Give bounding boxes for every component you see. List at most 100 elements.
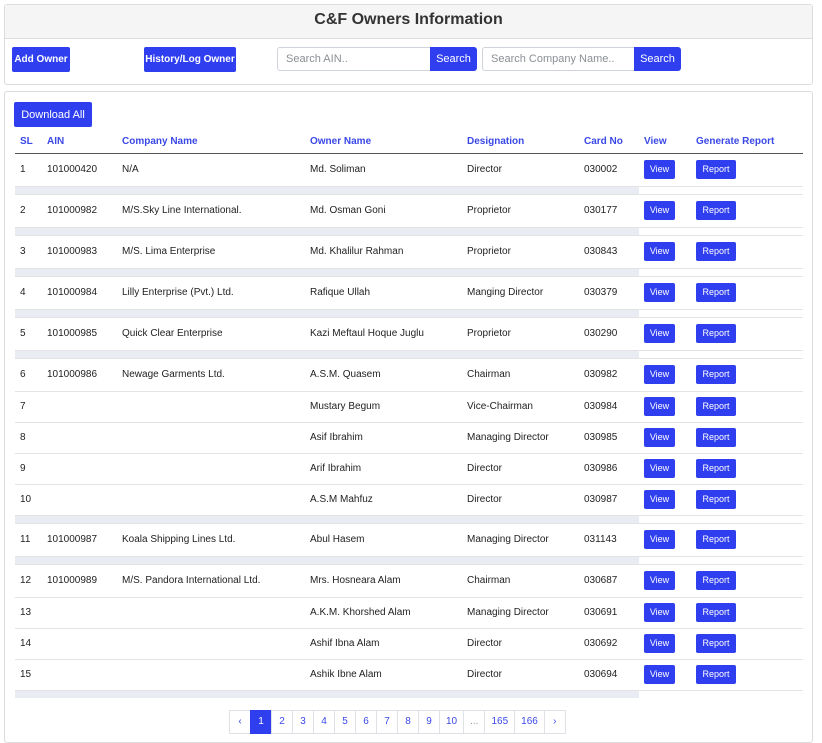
group-separator — [15, 349, 803, 358]
sl-cell: 6 — [15, 357, 42, 391]
designation-cell: Director — [462, 658, 579, 690]
view-button[interactable]: View — [644, 428, 675, 447]
ain-cell: 101000983 — [42, 234, 117, 268]
view-button[interactable]: View — [644, 530, 675, 549]
table-row: 5 101000985 Quick Clear Enterprise Kazi Mef… — [15, 316, 803, 350]
page-link[interactable]: 3 — [292, 710, 314, 734]
report-button[interactable]: Report — [696, 603, 736, 622]
report-cell: Report — [691, 596, 803, 628]
header-card: C&F Owners Information Add Owner History… — [4, 4, 813, 85]
ain-cell — [42, 658, 117, 690]
report-button[interactable]: Report — [696, 490, 736, 509]
search-ain-input[interactable] — [277, 47, 431, 71]
page-link[interactable]: 6 — [355, 710, 377, 734]
prev-page-button[interactable]: ‹ — [229, 710, 251, 734]
download-all-button[interactable]: Download All — [14, 102, 92, 127]
page-link[interactable]: 4 — [313, 710, 335, 734]
page-link[interactable]: 165 — [484, 710, 516, 734]
designation-cell: Director — [462, 452, 579, 484]
report-cell: Report — [691, 563, 803, 597]
report-button[interactable]: Report — [696, 571, 736, 590]
view-button[interactable]: View — [644, 324, 675, 343]
search-company-button[interactable]: Search — [634, 47, 681, 71]
report-button[interactable]: Report — [696, 160, 736, 179]
history-log-owner-button[interactable]: History/Log Owner — [144, 47, 236, 72]
report-button[interactable]: Report — [696, 665, 736, 684]
designation-cell: Director — [467, 164, 503, 175]
card-no-cell: 030694 — [579, 658, 639, 690]
report-button[interactable]: Report — [696, 324, 736, 343]
search-ain-button[interactable]: Search — [430, 47, 477, 71]
page-link[interactable]: 5 — [334, 710, 356, 734]
page-link[interactable]: 166 — [514, 710, 545, 734]
report-button[interactable]: Report — [696, 634, 736, 653]
separator-fill — [15, 308, 639, 317]
page-link[interactable]: 8 — [397, 710, 419, 734]
view-button[interactable]: View — [644, 242, 675, 261]
separator-blank — [639, 267, 803, 276]
ain-cell — [42, 452, 117, 484]
card-no-cell: 030982 — [579, 357, 639, 391]
company-name-cell: M/S. Lima Enterprise — [117, 234, 305, 268]
page-link[interactable]: 10 — [439, 710, 465, 734]
view-button[interactable]: View — [644, 603, 675, 622]
ain-cell — [42, 627, 117, 659]
report-button[interactable]: Report — [696, 530, 736, 549]
page-link[interactable]: 7 — [376, 710, 398, 734]
ain-cell: 101000986 — [42, 357, 117, 391]
page-link[interactable]: 9 — [418, 710, 440, 734]
report-button[interactable]: Report — [696, 283, 736, 302]
view-button[interactable]: View — [644, 490, 675, 509]
view-button[interactable]: View — [644, 160, 675, 179]
page-link[interactable]: 1 — [250, 710, 272, 734]
designation-cell: Vice-Chairman — [462, 390, 579, 422]
separator-blank — [639, 555, 803, 564]
owner-name-cell: A.K.M. Khorshed Alam — [305, 596, 462, 628]
view-button[interactable]: View — [644, 397, 675, 416]
table-row: 8 Asif Ibrahim Managing Director 030985 View… — [15, 421, 803, 453]
search-company-input[interactable] — [482, 47, 635, 71]
view-cell: View — [639, 193, 691, 227]
owner-name-cell: Arif Ibrahim — [305, 452, 462, 484]
table-row: 14 Ashif Ibna Alam Director 030692 View Repor… — [15, 627, 803, 659]
page-link[interactable]: 2 — [271, 710, 293, 734]
separator-blank — [639, 349, 803, 358]
sl-cell: 13 — [15, 596, 42, 628]
report-button[interactable]: Report — [696, 459, 736, 478]
table-row: 2 101000982 M/S.Sky Line International. Md.… — [15, 193, 803, 227]
card-no-cell: 030843 — [579, 234, 639, 268]
view-button[interactable]: View — [644, 201, 675, 220]
company-name-cell — [117, 452, 305, 484]
view-cell: View — [639, 452, 691, 484]
sl-cell: 10 — [15, 483, 42, 515]
next-page-button[interactable]: › — [543, 710, 566, 734]
add-owner-button[interactable]: Add Owner — [12, 47, 70, 72]
designation-cell: Proprietor — [462, 193, 579, 227]
view-cell: View — [639, 153, 691, 186]
view-button[interactable]: View — [644, 283, 675, 302]
table-row: 11 101000987 Koala Shipping Lines Ltd. Abul… — [15, 522, 803, 556]
view-button[interactable]: View — [644, 365, 675, 384]
report-button[interactable]: Report — [696, 397, 736, 416]
view-button[interactable]: View — [644, 459, 675, 478]
report-button[interactable]: Report — [696, 365, 736, 384]
table-row: 15 Ashik Ibne Alam Director 030694 View Repor… — [15, 658, 803, 690]
card-no-cell: 030177 — [579, 193, 639, 227]
view-button[interactable]: View — [644, 634, 675, 653]
owner-name-cell: Md. Osman Goni — [305, 193, 462, 227]
card-no-cell: 030692 — [579, 627, 639, 659]
company-name-cell — [117, 483, 305, 515]
card-no-cell: 030290 — [579, 316, 639, 350]
report-button[interactable]: Report — [696, 428, 736, 447]
table-header-row: SL AIN Company Name Owner Name Designation Ca… — [15, 131, 803, 154]
report-button[interactable]: Report — [696, 201, 736, 220]
view-button[interactable]: View — [644, 571, 675, 590]
view-cell: View — [639, 316, 691, 350]
separator-fill — [15, 555, 639, 564]
sl-cell: 7 — [15, 390, 42, 422]
report-button[interactable]: Report — [696, 242, 736, 261]
table-row: 12 101000989 M/S. Pandora International Lt… — [15, 563, 803, 597]
view-button[interactable]: View — [644, 665, 675, 684]
separator-fill — [15, 185, 639, 194]
group-separator — [15, 308, 803, 317]
